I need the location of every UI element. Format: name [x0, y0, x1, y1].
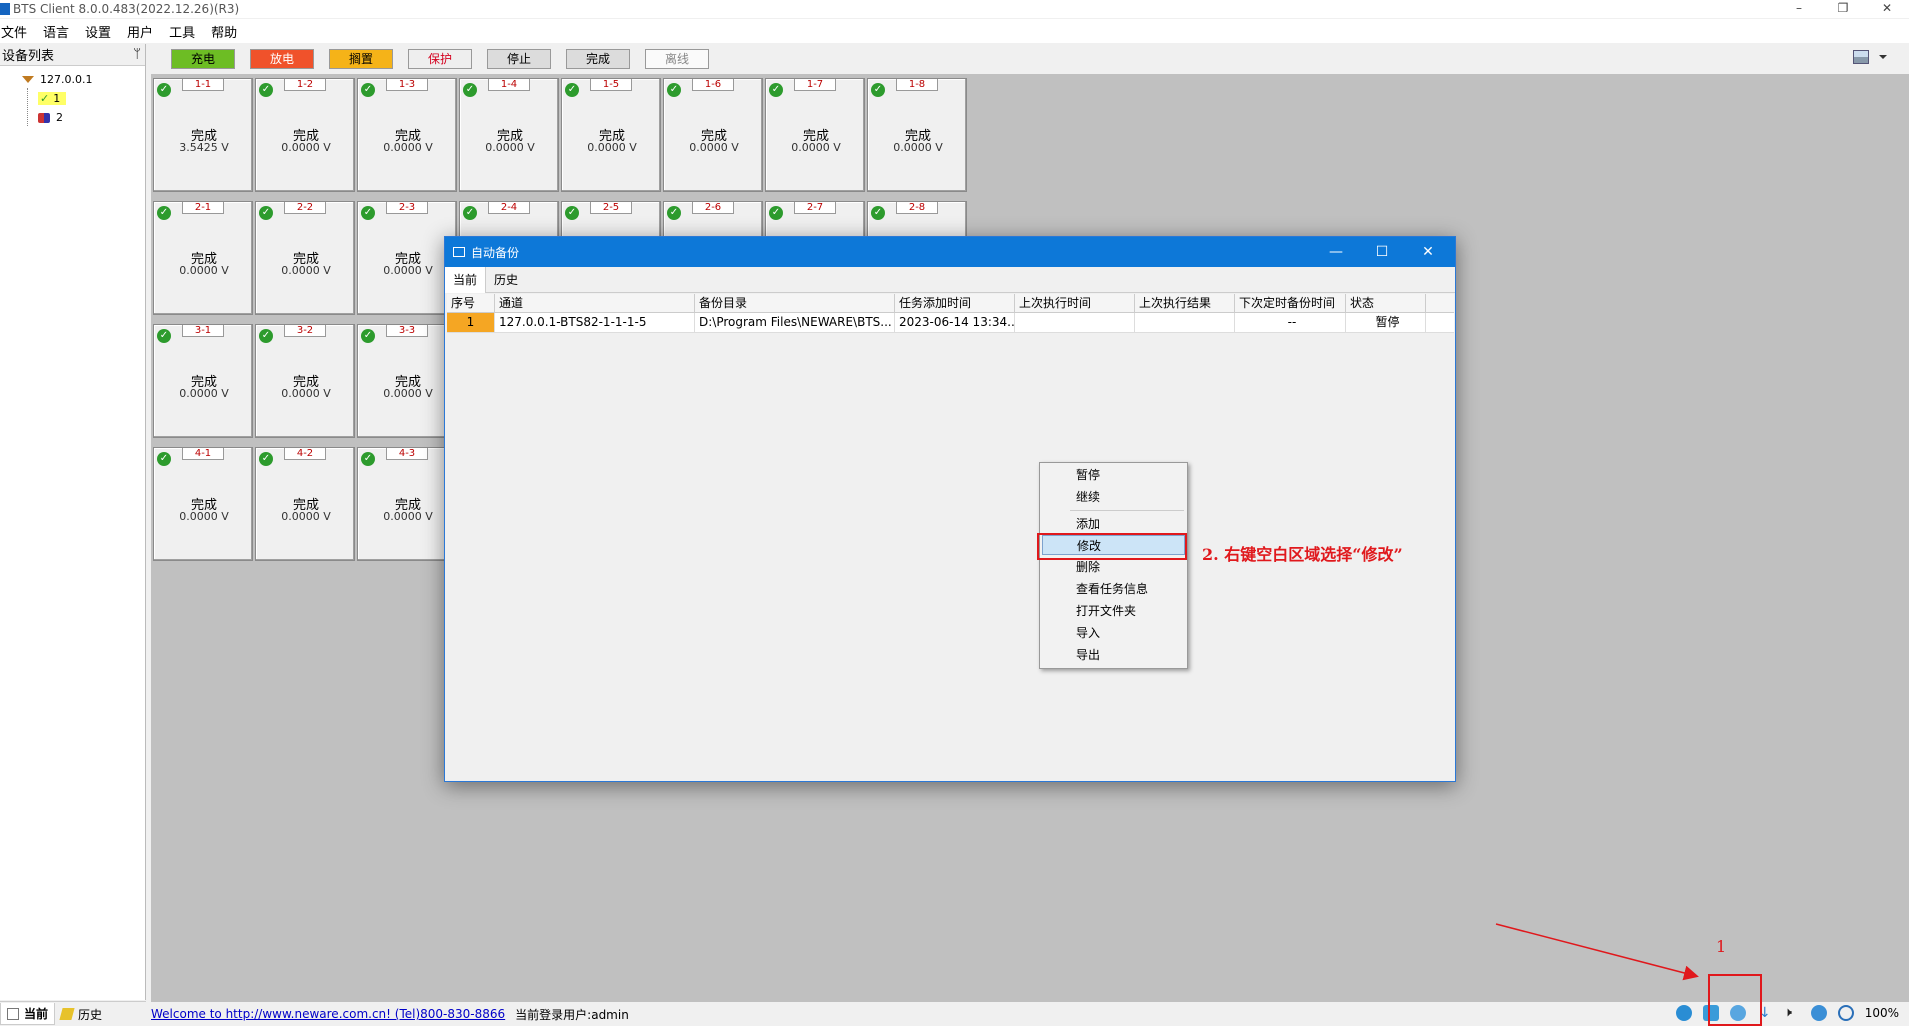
annotation-arrow: [1495, 923, 1699, 981]
